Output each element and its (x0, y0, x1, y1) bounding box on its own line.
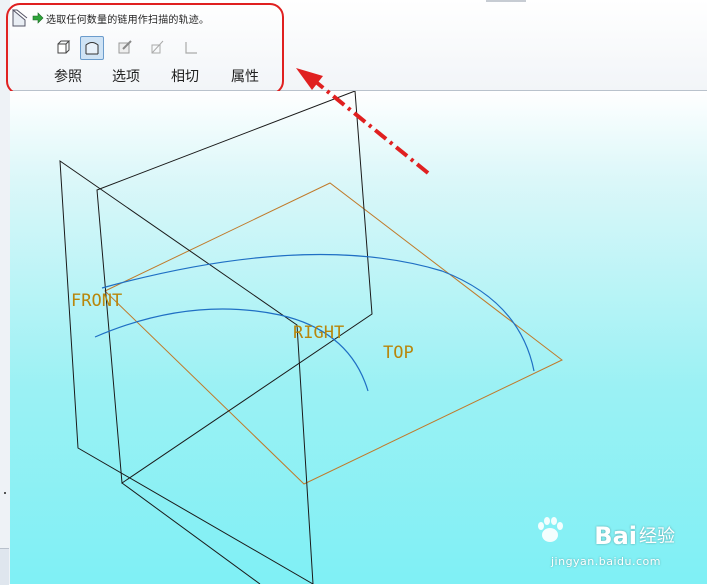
watermark-brand: Bai (594, 522, 637, 550)
annotation-arrow (296, 68, 430, 175)
baidu-watermark: Bai 经验 jingyan.baidu.com (497, 514, 697, 574)
watermark-url: jingyan.baidu.com (550, 555, 661, 568)
baidu-paw-logo-icon (538, 517, 563, 542)
watermark-brand-cn: 经验 (639, 526, 675, 547)
